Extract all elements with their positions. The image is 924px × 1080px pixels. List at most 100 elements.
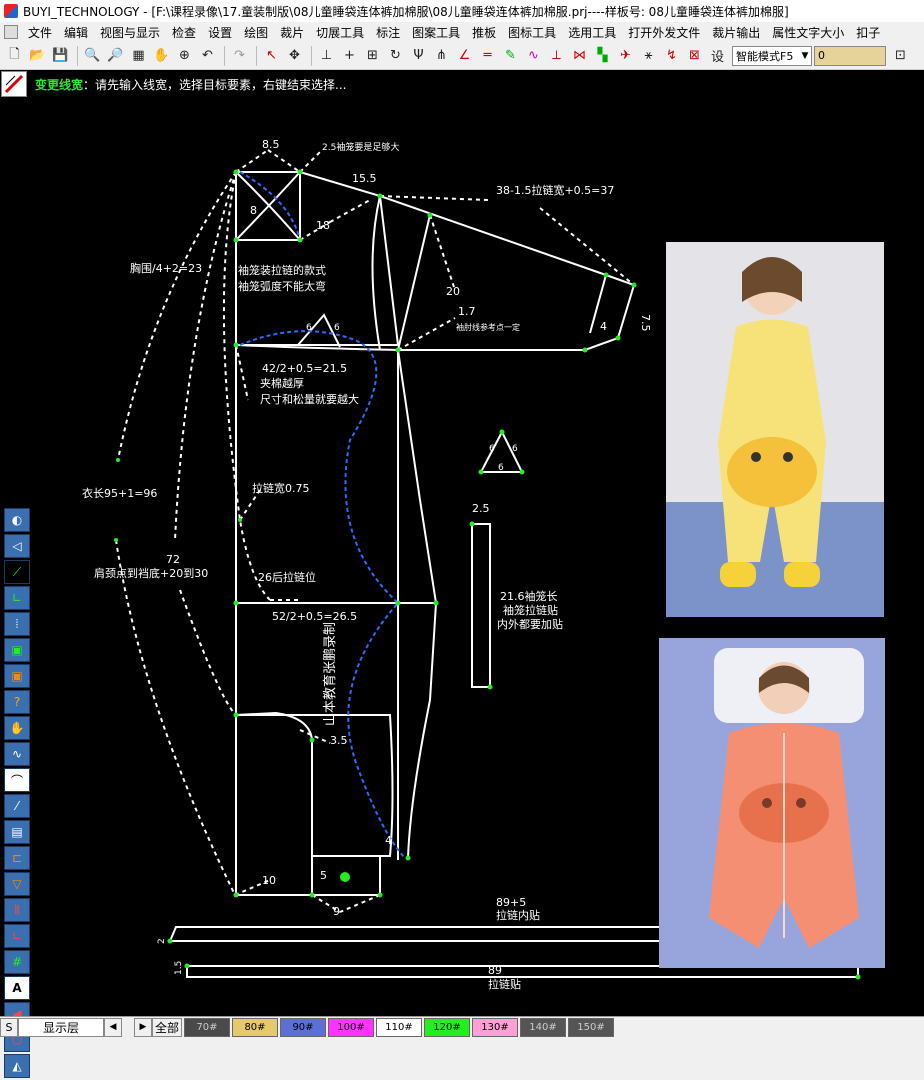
label-tri-6b: 6 <box>512 444 518 454</box>
menu-slash-spread[interactable]: 切展工具 <box>310 24 370 41</box>
tool-rotate-piece-icon[interactable]: ◐ <box>4 508 30 532</box>
move-icon[interactable]: ✥ <box>284 45 305 66</box>
new-file-icon[interactable]: 🗋 <box>4 45 25 66</box>
pen-icon[interactable]: ✎ <box>500 45 521 66</box>
tool-save-icon[interactable]: ▤ <box>4 820 30 844</box>
fork-icon[interactable]: ⋔ <box>431 45 452 66</box>
label-4-b: 4 <box>385 834 392 847</box>
zoom-window-icon[interactable]: ▦ <box>128 45 149 66</box>
cross-icon[interactable]: + <box>339 45 360 66</box>
notch-icon[interactable]: ✈ <box>615 45 636 66</box>
menu-piece-output[interactable]: 裁片输出 <box>706 24 766 41</box>
menubar: 文件 编辑 视图与显示 检查 设置 绘图 裁片 切展工具 标注 图案工具 推板 … <box>0 22 924 42</box>
layer-swatch-110[interactable]: 110# <box>376 1017 422 1037</box>
tool-hand-icon[interactable]: ✋ <box>4 716 30 740</box>
menu-icon-tools[interactable]: 图标工具 <box>502 24 562 41</box>
status-s-button[interactable]: S <box>0 1017 18 1037</box>
tool-axis-icon[interactable]: ∟ <box>4 924 30 948</box>
tool-arc-icon[interactable]: ⌒ <box>4 768 30 792</box>
tool-corner-icon[interactable]: ⊏ <box>4 846 30 870</box>
system-menu-icon[interactable] <box>4 25 18 39</box>
parallel-icon[interactable]: ═ <box>477 45 498 66</box>
tool-flip-icon[interactable]: ◁ <box>4 534 30 558</box>
select-arrow-icon[interactable]: ↖ <box>261 45 282 66</box>
layer-swatch-120[interactable]: 120# <box>424 1017 470 1037</box>
mode-select[interactable]: 智能模式F5 ▼ <box>732 45 812 66</box>
settings-glyph-icon[interactable]: 设 <box>707 45 728 66</box>
mirror-icon[interactable]: ⋈ <box>569 45 590 66</box>
layer-swatch-140[interactable]: 140# <box>520 1017 566 1037</box>
layer-swatch-130[interactable]: 130# <box>472 1017 518 1037</box>
command-bar: 变更线宽 ：请先输入线宽，选择目标要素，右键结束选择... <box>0 70 924 98</box>
drawing-canvas[interactable]: 8.5 2.5袖笼要是足够大 15.5 8 18 38-1.5拉链宽+0.5=3… <box>0 98 924 1078</box>
dart-icon[interactable]: Ψ <box>408 45 429 66</box>
menu-draw[interactable]: 绘图 <box>238 24 274 41</box>
chevron-down-icon[interactable]: ▼ <box>799 51 811 61</box>
layer-swatch-80[interactable]: 80# <box>232 1017 278 1037</box>
label-cotton-1: 夹棉越厚 <box>260 376 304 390</box>
ruler-icon[interactable]: ⊥ <box>316 45 337 66</box>
menu-file[interactable]: 文件 <box>22 24 58 41</box>
layer-swatch-150[interactable]: 150# <box>568 1017 614 1037</box>
frame-icon[interactable]: ⊠ <box>684 45 705 66</box>
redo-icon[interactable]: ↷ <box>229 45 250 66</box>
color-blocks-icon[interactable]: ▚ <box>592 45 613 66</box>
layer-swatch-70[interactable]: 70# <box>184 1017 230 1037</box>
open-file-icon[interactable]: 📂 <box>27 45 48 66</box>
menu-open-external[interactable]: 打开外发文件 <box>622 24 706 41</box>
rotate-icon[interactable]: ↻ <box>385 45 406 66</box>
layer-swatch-100[interactable]: 100# <box>328 1017 374 1037</box>
show-all-button[interactable]: 全部 <box>152 1017 182 1037</box>
tool-rect-fill-icon[interactable]: ▣ <box>4 664 30 688</box>
reference-photo-yellow-sleepsuit <box>666 242 884 617</box>
menu-view[interactable]: 视图与显示 <box>94 24 166 41</box>
label-4: 4 <box>600 320 607 333</box>
tool-curve-points-icon[interactable]: ∿ <box>4 742 30 766</box>
layer-swatch-90[interactable]: 90# <box>280 1017 326 1037</box>
tool-split-line-icon[interactable]: ⦙ <box>4 612 30 636</box>
zoom-out-icon[interactable]: 🔍 <box>82 45 103 66</box>
save-icon[interactable]: 💾 <box>50 45 71 66</box>
chevron-right-icon[interactable]: ▶ <box>134 1017 152 1037</box>
tool-angle-line-icon[interactable]: ∟ <box>4 586 30 610</box>
tool-rect-icon[interactable]: ▣ <box>4 638 30 662</box>
measure-icon[interactable]: ⟂ <box>546 45 567 66</box>
apply-icon[interactable]: ⊡ <box>890 45 911 66</box>
number-input[interactable]: 0 <box>814 45 886 66</box>
menu-grading[interactable]: 推板 <box>466 24 502 41</box>
tool-hash-icon[interactable]: # <box>4 950 30 974</box>
undo-icon[interactable]: ↶ <box>197 45 218 66</box>
tool-slash-icon[interactable]: ⁄ <box>4 794 30 818</box>
tool-help-icon[interactable]: ? <box>4 690 30 714</box>
cut-line-icon[interactable]: ↯ <box>661 45 682 66</box>
tool-line-icon[interactable]: ⟋ <box>4 560 30 584</box>
menu-text-size[interactable]: 属性文字大小 <box>766 24 850 41</box>
angle-icon[interactable]: ∠ <box>454 45 475 66</box>
label-42: 42/2+0.5=21.5 <box>262 362 347 375</box>
zoom-fit-icon[interactable]: ⊕ <box>174 45 195 66</box>
tool-dart-icon[interactable]: ▽ <box>4 872 30 896</box>
menu-buttons[interactable]: 扣子 <box>850 24 886 41</box>
zoom-in-icon[interactable]: 🔎 <box>105 45 126 66</box>
label-elbow-note: 袖肘线参考点一定 <box>456 322 520 332</box>
menu-select-tools[interactable]: 选用工具 <box>562 24 622 41</box>
tool-bars-icon[interactable]: ⫴ <box>4 898 30 922</box>
chevron-left-icon[interactable]: ◀ <box>104 1017 122 1037</box>
command-name: 变更线宽 <box>35 77 84 92</box>
curve-icon[interactable]: ∿ <box>523 45 544 66</box>
tool-shape-icon[interactable]: ◭ <box>4 1054 30 1078</box>
label-2-5: 2.5 <box>472 502 490 515</box>
label-10: 10 <box>262 874 276 887</box>
grid-icon[interactable]: ⊞ <box>362 45 383 66</box>
tool-text-icon[interactable]: A <box>4 976 30 1000</box>
menu-annotate[interactable]: 标注 <box>370 24 406 41</box>
split-icon[interactable]: ⚹ <box>638 45 659 66</box>
line-width-tool-icon[interactable] <box>1 71 27 97</box>
menu-pattern-tools[interactable]: 图案工具 <box>406 24 466 41</box>
display-layer-button[interactable]: 显示层 <box>18 1017 104 1037</box>
menu-pieces[interactable]: 裁片 <box>274 24 310 41</box>
pan-hand-icon[interactable]: ✋ <box>151 45 172 66</box>
menu-edit[interactable]: 编辑 <box>58 24 94 41</box>
menu-settings[interactable]: 设置 <box>202 24 238 41</box>
menu-check[interactable]: 检查 <box>166 24 202 41</box>
